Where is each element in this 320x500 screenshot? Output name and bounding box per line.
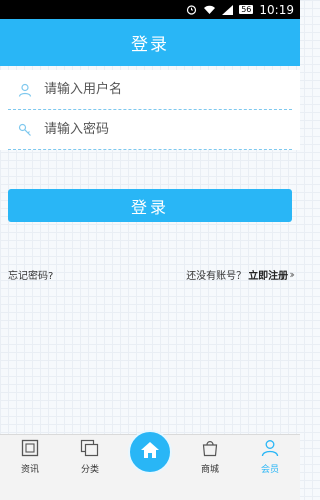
no-account-text: 还没有账号？ [186,270,247,282]
wifi-icon [203,5,216,15]
nav-item-shop[interactable]: 商城 [185,434,235,500]
register-link[interactable]: 立即注册 [248,267,288,282]
battery-indicator: 56 [239,5,254,14]
username-field [8,70,292,110]
nav-label-shop: 商城 [200,465,219,475]
login-form [0,70,300,150]
nav-label-news: 资讯 [20,465,39,475]
register-group: 还没有账号？ 立即注册 ›› [186,267,295,282]
signal-icon [222,4,234,15]
header-bar: 登录 [0,19,300,66]
nav-label-category: 分类 [80,465,99,475]
category-icon [79,437,101,459]
key-icon [16,121,34,139]
login-button[interactable]: 登录 [8,189,292,222]
password-input[interactable] [34,110,292,149]
double-chevron-right-icon: ›› [289,267,295,281]
nav-item-member[interactable]: 会员 [245,434,295,500]
home-button[interactable] [128,430,172,474]
forgot-password-link[interactable]: 忘记密码? [8,267,53,282]
links-row: 忘记密码? 还没有账号？ 立即注册 ›› [8,266,295,282]
alarm-icon [186,4,197,15]
status-bar: 56 10:19 [0,0,300,19]
news-icon [19,437,41,459]
bottom-nav: 资讯 分类 商城 会员 [0,430,300,500]
page-title: 登录 [131,35,169,55]
username-input[interactable] [34,70,292,109]
password-field [8,110,292,150]
nav-label-member: 会员 [260,465,279,475]
member-icon [259,437,281,459]
home-icon [139,440,161,464]
nav-item-news[interactable]: 资讯 [5,434,55,500]
nav-item-category[interactable]: 分类 [65,434,115,500]
shop-icon [199,437,221,459]
status-time: 10:19 [259,2,294,17]
user-icon [16,81,34,99]
